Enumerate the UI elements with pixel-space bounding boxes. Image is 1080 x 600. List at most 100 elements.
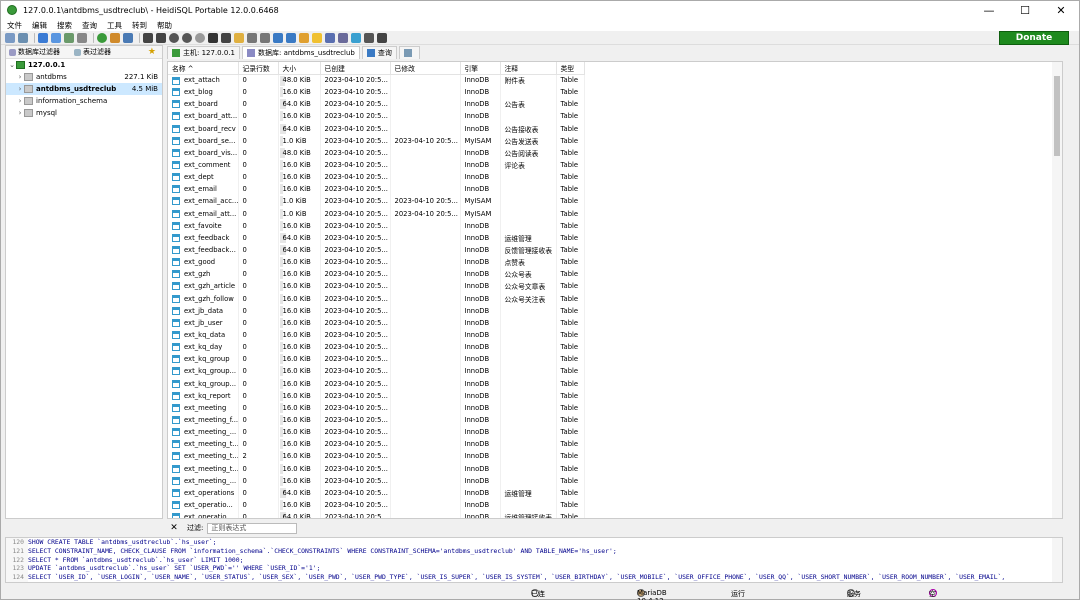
table-row[interactable]: ext_comment 0 16.0 KiB 2023-04-10 20:5... In… (168, 158, 585, 172)
column-header[interactable]: 记录行数 (238, 62, 279, 75)
table-row[interactable]: ext_gzh_follow 0 16.0 KiB 2023-04-10 20:5..… (168, 292, 585, 305)
post-record-icon[interactable] (195, 32, 205, 43)
table-row[interactable]: ext_gzh_article 0 16.0 KiB 2023-04-10 20:5.… (168, 280, 585, 293)
undo-icon[interactable] (64, 32, 74, 43)
search-icon[interactable] (273, 32, 283, 43)
table-row[interactable]: ext_kq_report 0 16.0 KiB 2023-04-10 20:5...… (168, 389, 585, 402)
chevron-right-icon[interactable]: › (16, 109, 24, 117)
tree-node[interactable]: › mysql (6, 107, 162, 119)
format-sql-icon[interactable] (299, 32, 309, 43)
previous-record-icon[interactable] (156, 32, 166, 43)
tree-node[interactable]: › antdbms 227.1 KiB (6, 71, 162, 83)
table-row[interactable]: ext_board 0 64.0 KiB 2023-04-10 20:5... Inno… (168, 98, 585, 111)
warning-icon[interactable] (312, 32, 322, 43)
table-row[interactable]: ext_jb_user 0 16.0 KiB 2023-04-10 20:5... In… (168, 316, 585, 329)
menu-item-5[interactable]: 转到 (132, 20, 147, 31)
column-header[interactable]: 类型 (556, 62, 585, 75)
filter-input[interactable]: 正则表达式 (207, 522, 298, 534)
chevron-right-icon[interactable]: › (16, 85, 24, 93)
table-row[interactable]: ext_feedback 0 64.0 KiB 2023-04-10 20:5... I… (168, 231, 585, 244)
user-manager-icon[interactable] (110, 32, 120, 43)
maximize-button[interactable]: ☐ (1007, 1, 1043, 19)
table-row[interactable]: ext_gzh 0 16.0 KiB 2023-04-10 20:5... InnoDB… (168, 268, 585, 281)
open-folder-icon[interactable] (234, 32, 244, 43)
close-button[interactable]: ✕ (1043, 1, 1079, 19)
column-header[interactable]: 引擎 (460, 62, 501, 75)
donate-button[interactable]: Donate (999, 31, 1069, 45)
scrollbar-thumb[interactable] (1054, 76, 1060, 156)
table-row[interactable]: ext_meeting_t... 0 16.0 KiB 2023-04-10 20:5… (168, 438, 585, 451)
table-row[interactable]: ext_kq_group 0 16.0 KiB 2023-04-10 20:5... I… (168, 353, 585, 366)
menu-item-3[interactable]: 查询 (82, 20, 97, 31)
column-header[interactable]: 已修改 (390, 62, 461, 75)
paste-icon[interactable] (51, 32, 61, 43)
table-row[interactable]: ext_operatio... 0 16.0 KiB 2023-04-10 20:5.… (168, 498, 585, 512)
sync-icon[interactable] (351, 32, 361, 43)
sql-log-scrollbar[interactable] (1052, 538, 1062, 582)
tab-1[interactable]: 数据库: antdbms_usdtreclub (241, 45, 360, 59)
save-icon[interactable] (247, 32, 257, 43)
column-header[interactable]: 名称 ^ (168, 62, 239, 75)
table-row[interactable]: ext_blog 0 16.0 KiB 2023-04-10 20:5... InnoD… (168, 86, 585, 99)
menu-item-4[interactable]: 工具 (107, 20, 122, 31)
table-row[interactable]: ext_jb_data 0 16.0 KiB 2023-04-10 20:5... In… (168, 304, 585, 317)
chevron-right-icon[interactable]: › (16, 97, 24, 105)
column-header[interactable]: 已创建 (320, 62, 391, 75)
table-filter-tab[interactable]: 表过滤器 (72, 47, 117, 57)
find-icon[interactable] (260, 32, 270, 43)
tab-2[interactable]: 查询 (361, 45, 397, 59)
vertical-scrollbar[interactable] (1052, 62, 1062, 518)
table-row[interactable]: ext_meeting_f... 0 16.0 KiB 2023-04-10 20:5… (168, 413, 585, 427)
db-filter-tab[interactable]: 数据库过滤器 (6, 47, 66, 57)
print-icon[interactable] (77, 32, 87, 43)
column-header[interactable]: 大小 (278, 62, 321, 75)
menu-item-2[interactable]: 搜索 (57, 20, 72, 31)
table-row[interactable]: ext_board_se... 0 1.0 KiB 2023-04-10 20:5..… (168, 134, 585, 147)
insert-record-icon[interactable] (169, 32, 179, 43)
new-query-tab-button[interactable] (398, 45, 420, 59)
tree-node[interactable]: ⌄ 127.0.0.1 (6, 59, 162, 71)
cancel-edit-icon[interactable] (208, 32, 218, 43)
disconnect-icon[interactable] (18, 32, 28, 43)
table-row[interactable]: ext_meeting_... 0 16.0 KiB 2023-04-10 20:5.… (168, 474, 585, 487)
table-row[interactable]: ext_email_acc... 0 1.0 KiB 2023-04-10 20:5.… (168, 195, 585, 208)
menu-item-0[interactable]: 文件 (7, 20, 22, 31)
table-row[interactable]: ext_feedback... 0 64.0 KiB 2023-04-10 20:5.… (168, 243, 585, 257)
run-query-icon[interactable] (221, 32, 231, 43)
column-header[interactable]: 注释 (500, 62, 557, 75)
table-row[interactable]: ext_meeting_t... 2 16.0 KiB 2023-04-10 20:5… (168, 450, 585, 463)
table-row[interactable]: ext_kq_group... 0 16.0 KiB 2023-04-10 20:5.… (168, 377, 585, 390)
table-row[interactable]: ext_operations 0 64.0 KiB 2023-04-10 20:5..… (168, 486, 585, 499)
table-row[interactable]: ext_board_att... 0 16.0 KiB 2023-04-10 20:5… (168, 110, 585, 123)
table-row[interactable]: ext_email_att... 0 1.0 KiB 2023-04-10 20:5.… (168, 207, 585, 220)
export-icon[interactable] (123, 32, 133, 43)
tree-node[interactable]: › antdbms_usdtreclub 4.5 MiB (6, 83, 162, 95)
chevron-right-icon[interactable]: › (16, 73, 24, 81)
wrap-icon[interactable] (338, 32, 348, 43)
table-row[interactable]: ext_favoite 0 16.0 KiB 2023-04-10 20:5... In… (168, 219, 585, 232)
table-row[interactable]: ext_meeting_... 0 16.0 KiB 2023-04-10 20:5.… (168, 426, 585, 439)
table-row[interactable]: ext_good 0 16.0 KiB 2023-04-10 20:5... InnoD… (168, 256, 585, 269)
favorite-star-icon[interactable]: ★ (148, 47, 156, 57)
table-row[interactable]: ext_email 0 16.0 KiB 2023-04-10 20:5... Inno… (168, 183, 585, 196)
close-tab-icon[interactable] (377, 32, 387, 43)
chevron-down-icon[interactable]: ⌄ (8, 61, 16, 69)
table-row[interactable]: ext_kq_data 0 16.0 KiB 2023-04-10 20:5... In… (168, 328, 585, 342)
connect-icon[interactable] (5, 32, 15, 43)
refresh-icon[interactable] (97, 32, 107, 43)
menu-item-6[interactable]: 帮助 (157, 20, 172, 31)
close-filter-icon[interactable]: ✕ (169, 523, 179, 533)
binary-icon[interactable] (325, 32, 335, 43)
delete-record-icon[interactable] (182, 32, 192, 43)
table-row[interactable]: ext_kq_day 0 16.0 KiB 2023-04-10 20:5... Inn… (168, 341, 585, 354)
tab-0[interactable]: 主机: 127.0.0.1 (167, 45, 240, 59)
table-row[interactable]: ext_board_vis... 0 48.0 KiB 2023-04-10 20:5… (168, 146, 585, 159)
minimize-button[interactable]: — (971, 1, 1007, 19)
table-row[interactable]: ext_kq_group... 0 16.0 KiB 2023-04-10 20:5.… (168, 365, 585, 378)
table-row[interactable]: ext_board_recv 0 64.0 KiB 2023-04-10 20:5..… (168, 122, 585, 135)
copy-icon[interactable] (38, 32, 48, 43)
table-row[interactable]: ext_meeting_t... 0 16.0 KiB 2023-04-10 20:5… (168, 462, 585, 475)
first-record-icon[interactable] (143, 32, 153, 43)
table-row[interactable]: ext_dept 0 16.0 KiB 2023-04-10 20:5... InnoD… (168, 171, 585, 184)
replace-icon[interactable] (286, 32, 296, 43)
